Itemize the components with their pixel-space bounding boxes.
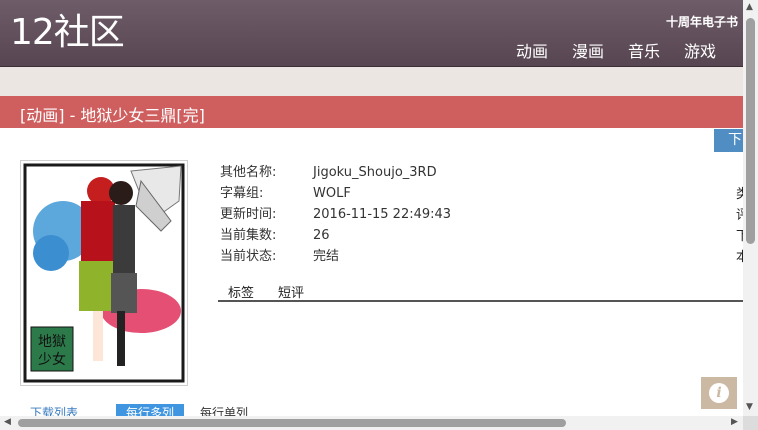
nav-anime[interactable]: 动画 [516,38,548,62]
info-key: 字幕组: [220,186,264,201]
info-value[interactable]: WOLF [313,185,351,202]
scrollbar-corner [743,416,758,430]
tab-reviews[interactable]: 短评 [278,282,304,301]
cover-image[interactable]: 地獄 少女 [20,160,188,386]
page-title: [动画] - 地狱少女三鼎[完] [20,106,205,125]
tab-tags[interactable]: 标签 [228,282,254,301]
info-value: 完结 [313,249,340,264]
info-row: 当前集数: 26 [220,227,758,248]
svg-text:地獄: 地獄 [38,334,66,350]
info-button[interactable]: i [701,377,737,409]
main-nav: 动画 漫画 音乐 游戏 [516,38,740,62]
vertical-scroll-thumb[interactable] [746,18,755,244]
info-row: 当前状态: 完结 [220,248,758,269]
sub-header-stripe [0,67,758,96]
info-row: 更新时间: 2016-11-15 22:49:43 [220,206,758,227]
info-key: 当前状态: [220,249,277,264]
info-value: Jigoku_Shoujo_3RD [313,165,437,180]
nav-games[interactable]: 游戏 [684,38,716,62]
info-table: 其他名称: Jigoku_Shoujo_3RD 字幕组: WOLF 更新时间: … [220,164,758,269]
site-header: 12社区 十周年电子书 动画 漫画 音乐 游戏 [0,0,758,67]
info-key: 其他名称: [220,165,277,180]
info-value: 2016-11-15 22:49:43 [313,207,452,222]
nav-music[interactable]: 音乐 [628,38,660,62]
info-value: 26 [313,228,330,243]
scroll-down-icon[interactable]: ▼ [746,402,753,412]
nav-manga[interactable]: 漫画 [572,38,604,62]
svg-text:少女: 少女 [38,351,66,368]
info-key: 当前集数: [220,228,277,243]
info-key: 更新时间: [220,207,277,222]
anniversary-link[interactable]: 十周年电子书 [666,13,738,30]
page-title-bar: [动画] - 地狱少女三鼎[完] [0,96,758,128]
scroll-up-icon[interactable]: ▲ [746,2,753,12]
scroll-right-icon[interactable]: ▶ [731,417,738,427]
info-icon: i [709,383,729,403]
info-row: 其他名称: Jigoku_Shoujo_3RD [220,164,758,185]
detail-tabs: 标签 短评 [218,282,744,302]
info-row: 字幕组: WOLF [220,185,758,206]
scroll-left-icon[interactable]: ◀ [4,417,11,427]
horizontal-scroll-thumb[interactable] [18,419,566,427]
site-logo[interactable]: 12社区 [10,10,125,56]
cover-illustration: 地獄 少女 [23,163,185,383]
